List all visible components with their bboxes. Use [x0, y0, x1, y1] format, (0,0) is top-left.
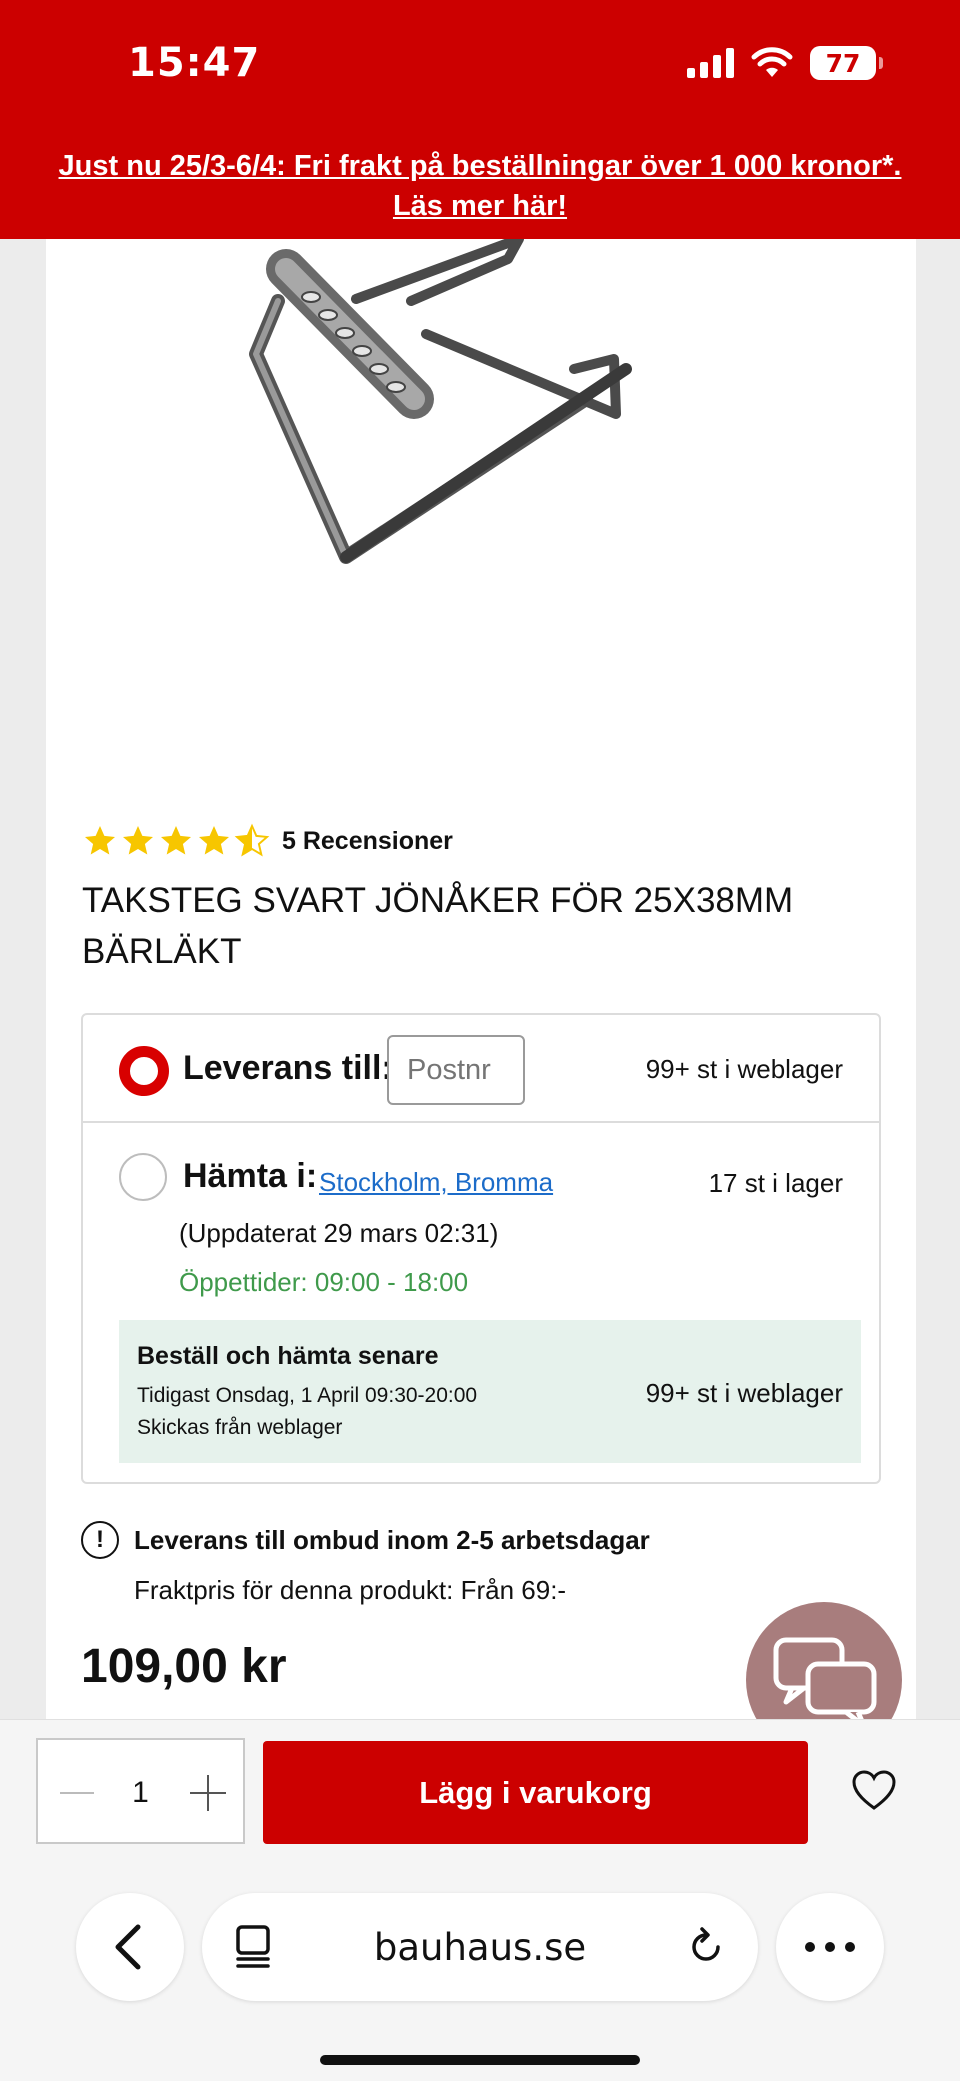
star-icon	[199, 826, 229, 855]
battery-icon: 77	[810, 46, 883, 80]
promo-line-1: Just nu 25/3-6/4: Fri frakt på beställni…	[58, 150, 902, 182]
collect-later-stock: 99+ st i weblager	[645, 1378, 843, 1408]
availability-box: Leverans till: 99+ st i weblager Hämta i…	[81, 1013, 881, 1484]
postal-code-input[interactable]	[387, 1035, 525, 1105]
rating[interactable]: 5 Recensioner	[82, 823, 453, 859]
star-icon	[123, 826, 153, 855]
collect-later-source: Skickas från weblager	[137, 1416, 343, 1439]
store-link[interactable]: Stockholm, Bromma	[319, 1167, 553, 1198]
top-banner: 15:47 77 Just nu 25/3-6/4: Fri frakt på …	[0, 0, 960, 239]
star-icon	[161, 826, 191, 855]
info-icon: !	[81, 1521, 119, 1559]
delivery-label: Leverans till:	[183, 1049, 393, 1087]
pickup-stock: 17 st i lager	[708, 1168, 843, 1198]
delivery-radio[interactable]	[119, 1046, 169, 1096]
pickup-radio[interactable]	[119, 1153, 167, 1201]
back-button[interactable]	[76, 1893, 184, 2001]
address-bar[interactable]: bauhaus.se	[202, 1893, 758, 2001]
promo-link[interactable]: Just nu 25/3-6/4: Fri frakt på beställni…	[0, 146, 960, 226]
product-title: TAKSTEG SVART JÖNÅKER FÖR 25X38MM BÄRLÄK…	[82, 881, 794, 971]
shipping-price: Fraktpris för denna produkt: Från 69:-	[134, 1575, 567, 1605]
collect-later-title: Beställ och hämta senare	[137, 1342, 439, 1370]
home-indicator	[320, 2055, 640, 2065]
add-to-cart-button[interactable]: Lägg i varukorg	[263, 1741, 808, 1844]
stock-updated-text: (Uppdaterat 29 mars 02:31)	[179, 1218, 499, 1248]
promo-line-2: Läs mer här!	[392, 190, 568, 222]
shipping-title: Leverans till ombud inom 2-5 arbetsdagar	[134, 1525, 650, 1555]
product-image[interactable]	[186, 239, 826, 659]
opening-hours: Öppettider: 09:00 - 18:00	[179, 1267, 469, 1297]
increase-quantity-button[interactable]	[190, 1775, 226, 1811]
status-icons: 77	[687, 46, 883, 80]
quantity-stepper[interactable]: 1	[36, 1738, 245, 1844]
bottom-bar: 1 Lägg i varukorg bauhaus.se	[0, 1719, 960, 2081]
battery-level: 77	[825, 48, 861, 78]
collect-later-earliest: Tidigast Onsdag, 1 April 09:30-20:00	[137, 1384, 478, 1407]
pickup-label: Hämta i:	[183, 1157, 318, 1195]
url-text[interactable]: bauhaus.se	[202, 1926, 758, 1969]
heart-icon[interactable]	[850, 1768, 898, 1812]
signal-icon	[687, 48, 734, 78]
more-button[interactable]	[776, 1893, 884, 2001]
delivery-stock: 99+ st i weblager	[645, 1054, 843, 1084]
collect-later-panel: Beställ och hämta senare Tidigast Onsdag…	[119, 1320, 861, 1463]
delivery-option[interactable]: Leverans till: 99+ st i weblager	[83, 1015, 879, 1123]
product-price: 109,00 kr	[81, 1640, 287, 1693]
product-card: 5 Recensioner TAKSTEG SVART JÖNÅKER FÖR …	[46, 239, 916, 1719]
browser-toolbar: bauhaus.se	[0, 1893, 960, 2013]
reviews-link[interactable]: 5 Recensioner	[282, 827, 453, 856]
status-time: 15:47	[128, 40, 261, 86]
back-icon	[115, 1924, 141, 1970]
more-icon	[805, 1942, 855, 1952]
half-star-icon	[234, 823, 270, 857]
reload-icon[interactable]	[686, 1927, 726, 1967]
star-icon	[85, 826, 115, 855]
wifi-icon	[751, 47, 793, 77]
